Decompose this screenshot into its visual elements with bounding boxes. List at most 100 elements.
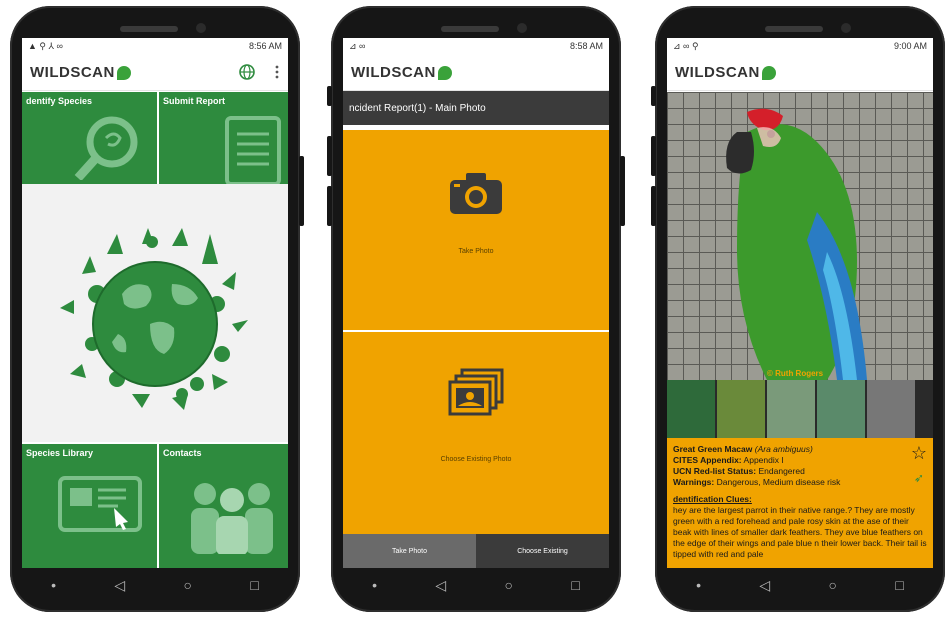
photo-credit: © Ruth Rogers <box>767 369 824 378</box>
home-icon[interactable]: ○ <box>505 577 513 593</box>
species-scientific-name: (Ara ambiguus) <box>754 444 813 454</box>
speaker-grille <box>441 26 499 32</box>
app-logo: WILDSCAN <box>675 64 776 81</box>
back-icon[interactable]: ◁ <box>435 577 446 594</box>
cites-label: CITES Appendix: <box>673 455 742 465</box>
back-icon[interactable]: ◁ <box>114 577 125 594</box>
thumbnail[interactable] <box>717 380 765 438</box>
side-button <box>327 136 332 176</box>
tile-label: Contacts <box>163 448 202 458</box>
front-camera <box>196 23 206 33</box>
thumbnail[interactable] <box>667 380 715 438</box>
side-button <box>327 186 332 226</box>
app-name: WILDSCAN <box>351 63 436 81</box>
warnings-label: Warnings: <box>673 477 715 487</box>
photo-thumbnail-strip <box>667 380 933 438</box>
people-icon <box>191 483 273 554</box>
leaf-icon <box>437 65 452 80</box>
warnings-value: Dangerous, Medium disease risk <box>716 477 841 487</box>
phone-incident-report: ⊿ ∞ 8:58 AM WILDSCAN ncident Report(1) -… <box>327 6 625 612</box>
speaker-grille <box>120 26 178 32</box>
iucn-value: Endangered <box>758 466 805 476</box>
home-icon[interactable]: ○ <box>184 577 192 593</box>
species-photo[interactable]: © Ruth Rogers <box>667 92 933 380</box>
app-logo: WILDSCAN <box>351 64 452 81</box>
tile-submit-report[interactable]: Submit Report <box>159 92 288 184</box>
more-vert-icon[interactable] <box>274 63 280 81</box>
cites-value: Appendix I <box>743 455 784 465</box>
app-name: WILDSCAN <box>30 63 115 81</box>
app-bar: WILDSCAN <box>22 54 288 91</box>
status-bar: ⊿ ∞ ⚲ 9:00 AM <box>667 38 933 54</box>
tile-contacts[interactable]: Contacts <box>159 444 288 568</box>
status-bar: ▲ ⚲ ⅄ ∞ 8:56 AM <box>22 38 288 54</box>
thumbnail[interactable] <box>867 380 915 438</box>
choose-existing-panel[interactable]: Choose Existing Photo <box>343 332 609 534</box>
take-photo-label: Take Photo <box>458 248 494 255</box>
tile-label: dentify Species <box>26 96 93 106</box>
clues-text: hey are the largest parrot in their nati… <box>673 505 927 559</box>
species-name-line: Great Green Macaw (Ara ambiguus) <box>673 444 840 455</box>
leaf-share-icon[interactable]: ➶ <box>914 472 924 484</box>
camera-icon <box>450 173 502 214</box>
iucn-line: UCN Red-list Status: Endangered <box>673 466 840 477</box>
star-icon[interactable]: ☆ <box>911 444 927 462</box>
status-time: 8:56 AM <box>248 41 282 51</box>
leaf-icon <box>116 65 131 80</box>
app-name: WILDSCAN <box>675 63 760 81</box>
home-screen: ▲ ⚲ ⅄ ∞ 8:56 AM WILDSCAN dentify Species <box>22 38 288 568</box>
monitor-icon <box>58 476 142 532</box>
speaker-grille <box>765 26 823 32</box>
status-time: 8:58 AM <box>569 41 603 51</box>
thumbnail[interactable] <box>817 380 865 438</box>
dot-icon: • <box>372 577 378 593</box>
tab-take-photo[interactable]: Take Photo <box>343 534 476 568</box>
iucn-label: UCN Red-list Status: <box>673 466 757 476</box>
recents-icon[interactable]: □ <box>895 577 903 593</box>
front-camera <box>841 23 851 33</box>
android-nav-bar: • ◁ ○ □ <box>667 570 933 600</box>
earth-wildlife-illustration <box>60 228 248 410</box>
warnings-line: Warnings: Dangerous, Medium disease risk <box>673 477 840 488</box>
globe-icon[interactable] <box>238 63 256 81</box>
screen-title: ncident Report(1) - Main Photo <box>343 91 609 125</box>
bottom-tab-bar: Take Photo Choose Existing <box>343 534 609 568</box>
app-bar: WILDSCAN <box>343 54 609 91</box>
report-icon <box>225 116 281 184</box>
magnifier-icon <box>74 116 138 180</box>
recents-icon[interactable]: □ <box>250 577 258 593</box>
take-photo-panel[interactable]: Take Photo <box>343 130 609 330</box>
app-logo: WILDSCAN <box>30 64 131 81</box>
status-time: 9:00 AM <box>893 41 927 51</box>
incident-report-screen: ⊿ ∞ 8:58 AM WILDSCAN ncident Report(1) -… <box>343 38 609 568</box>
android-nav-bar: • ◁ ○ □ <box>22 570 288 600</box>
side-button <box>651 86 656 106</box>
side-button <box>651 136 656 176</box>
photo-stack-icon <box>448 368 504 416</box>
android-nav-bar: • ◁ ○ □ <box>343 570 609 600</box>
choose-existing-label: Choose Existing Photo <box>440 456 512 463</box>
side-button <box>651 186 656 226</box>
side-button <box>327 86 332 106</box>
leaf-icon <box>761 65 776 80</box>
tab-choose-existing[interactable]: Choose Existing <box>476 534 609 568</box>
app-bar: WILDSCAN <box>667 54 933 91</box>
status-icons: ⊿ ∞ ⚲ <box>673 40 699 51</box>
species-detail-screen: ⊿ ∞ ⚲ 9:00 AM WILDSCAN © Ruth Rogers Gre… <box>667 38 933 568</box>
tile-identify-species[interactable]: dentify Species <box>22 92 157 184</box>
species-info-panel: Great Green Macaw (Ara ambiguus) CITES A… <box>667 438 933 568</box>
recents-icon[interactable]: □ <box>571 577 579 593</box>
phone-home: ▲ ⚲ ⅄ ∞ 8:56 AM WILDSCAN dentify Species <box>10 6 304 612</box>
home-icon[interactable]: ○ <box>829 577 837 593</box>
front-camera <box>517 23 527 33</box>
back-icon[interactable]: ◁ <box>759 577 770 594</box>
status-icons: ⊿ ∞ <box>349 40 366 51</box>
thumbnail[interactable] <box>767 380 815 438</box>
cites-line: CITES Appendix: Appendix I <box>673 455 840 466</box>
side-button <box>299 156 304 226</box>
side-button <box>620 156 625 226</box>
status-icons: ▲ ⚲ ⅄ ∞ <box>28 40 63 51</box>
tile-species-library[interactable]: Species Library <box>22 444 157 568</box>
tile-label: Submit Report <box>163 96 225 106</box>
clues-title: dentification Clues: <box>673 494 752 504</box>
